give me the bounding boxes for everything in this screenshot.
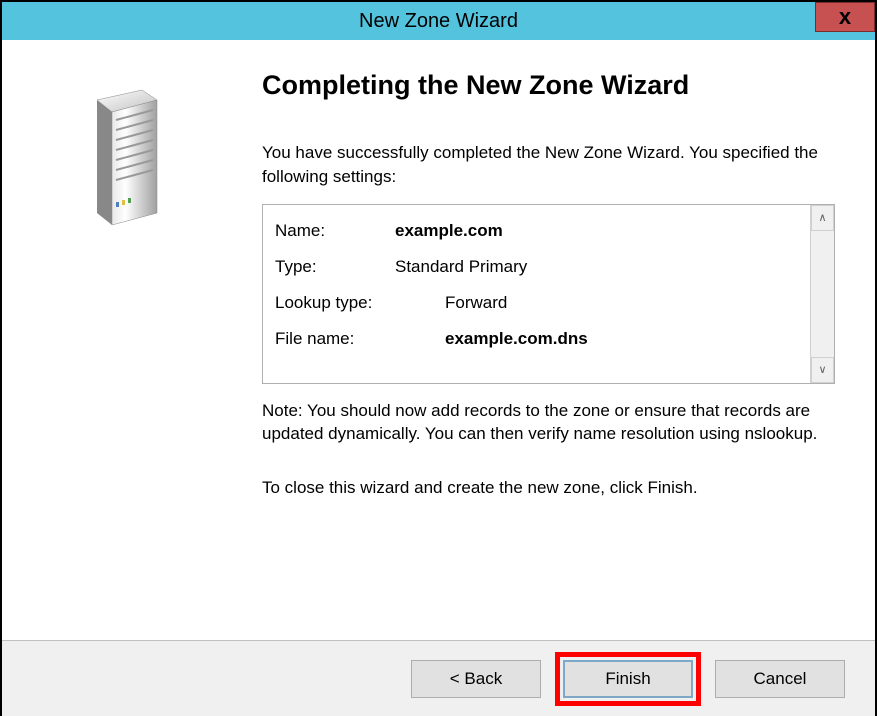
cancel-button[interactable]: Cancel	[715, 660, 845, 698]
main-panel: Completing the New Zone Wizard You have …	[252, 40, 875, 640]
server-icon	[82, 80, 172, 235]
setting-value: Forward	[445, 293, 798, 313]
wizard-sidebar	[2, 40, 252, 640]
scroll-down-button[interactable]: ∨	[811, 357, 834, 383]
scroll-track[interactable]	[811, 231, 834, 357]
setting-label: Name:	[275, 221, 395, 241]
finish-highlight: Finish	[555, 652, 701, 706]
scrollbar[interactable]: ∧ ∨	[810, 205, 834, 383]
intro-text: You have successfully completed the New …	[262, 141, 835, 189]
wizard-heading: Completing the New Zone Wizard	[262, 70, 835, 101]
setting-value: Standard Primary	[395, 257, 798, 277]
setting-value: example.com	[395, 221, 798, 241]
chevron-down-icon: ∨	[818, 363, 826, 376]
chevron-up-icon: ∧	[818, 211, 826, 224]
settings-box: Name: example.com Type: Standard Primary…	[262, 204, 835, 384]
setting-label: File name:	[275, 329, 445, 349]
setting-row-lookup: Lookup type: Forward	[275, 285, 798, 321]
setting-value: example.com.dns	[445, 329, 798, 349]
content-area: Completing the New Zone Wizard You have …	[2, 40, 875, 640]
close-instruction: To close this wizard and create the new …	[262, 476, 835, 500]
setting-label: Lookup type:	[275, 293, 445, 313]
note-text: Note: You should now add records to the …	[262, 399, 835, 447]
settings-list: Name: example.com Type: Standard Primary…	[263, 205, 810, 383]
button-bar: < Back Finish Cancel	[2, 640, 875, 716]
scroll-up-button[interactable]: ∧	[811, 205, 834, 231]
setting-row-type: Type: Standard Primary	[275, 249, 798, 285]
finish-button[interactable]: Finish	[563, 660, 693, 698]
window-title: New Zone Wizard	[359, 10, 518, 33]
titlebar: New Zone Wizard x	[2, 2, 875, 40]
setting-label: Type:	[275, 257, 395, 277]
close-button[interactable]: x	[815, 2, 875, 32]
back-button[interactable]: < Back	[411, 660, 541, 698]
setting-row-name: Name: example.com	[275, 213, 798, 249]
close-icon: x	[839, 4, 851, 30]
setting-row-file: File name: example.com.dns	[275, 321, 798, 357]
